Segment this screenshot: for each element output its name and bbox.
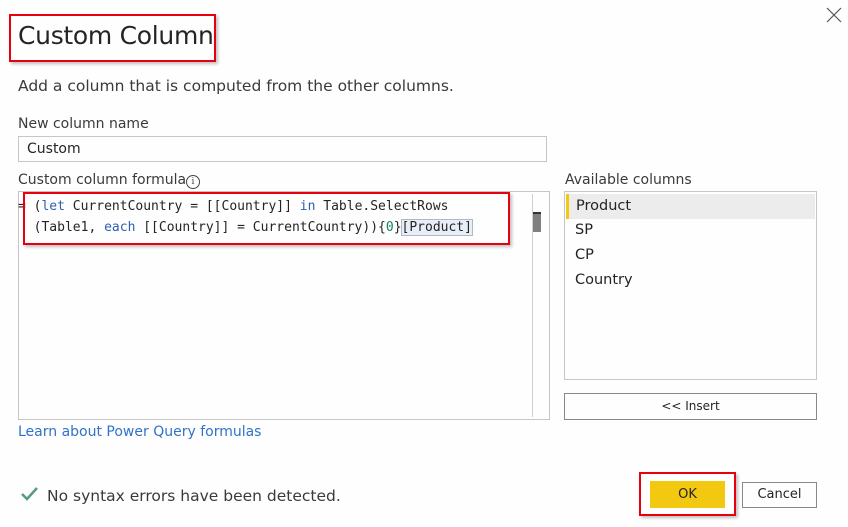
available-column-item[interactable]: CP bbox=[566, 243, 815, 268]
formula-label: Custom column formula bbox=[18, 172, 187, 188]
close-icon bbox=[826, 7, 842, 23]
new-column-name-label: New column name bbox=[18, 116, 149, 132]
available-columns-label: Available columns bbox=[565, 172, 692, 188]
available-column-item[interactable]: Product bbox=[566, 194, 815, 219]
ok-annotation-box bbox=[639, 472, 736, 516]
available-column-item[interactable]: SP bbox=[566, 218, 815, 243]
cancel-button[interactable]: Cancel bbox=[742, 482, 817, 508]
syntax-status-text: No syntax errors have been detected. bbox=[47, 487, 341, 505]
formula-scroll-thumb[interactable] bbox=[533, 212, 541, 232]
available-columns-list[interactable]: Product SP CP Country bbox=[564, 191, 817, 380]
learn-power-query-link[interactable]: Learn about Power Query formulas bbox=[18, 424, 261, 440]
info-icon[interactable]: i bbox=[186, 175, 200, 189]
available-column-item[interactable]: Country bbox=[566, 268, 815, 293]
new-column-name-input[interactable] bbox=[18, 136, 547, 162]
dialog-description: Add a column that is computed from the o… bbox=[18, 77, 454, 95]
close-button[interactable] bbox=[824, 5, 844, 25]
checkmark-icon bbox=[20, 484, 40, 504]
title-annotation-box bbox=[9, 14, 216, 62]
formula-annotation-box bbox=[23, 192, 510, 245]
insert-button[interactable]: << Insert bbox=[564, 393, 817, 420]
